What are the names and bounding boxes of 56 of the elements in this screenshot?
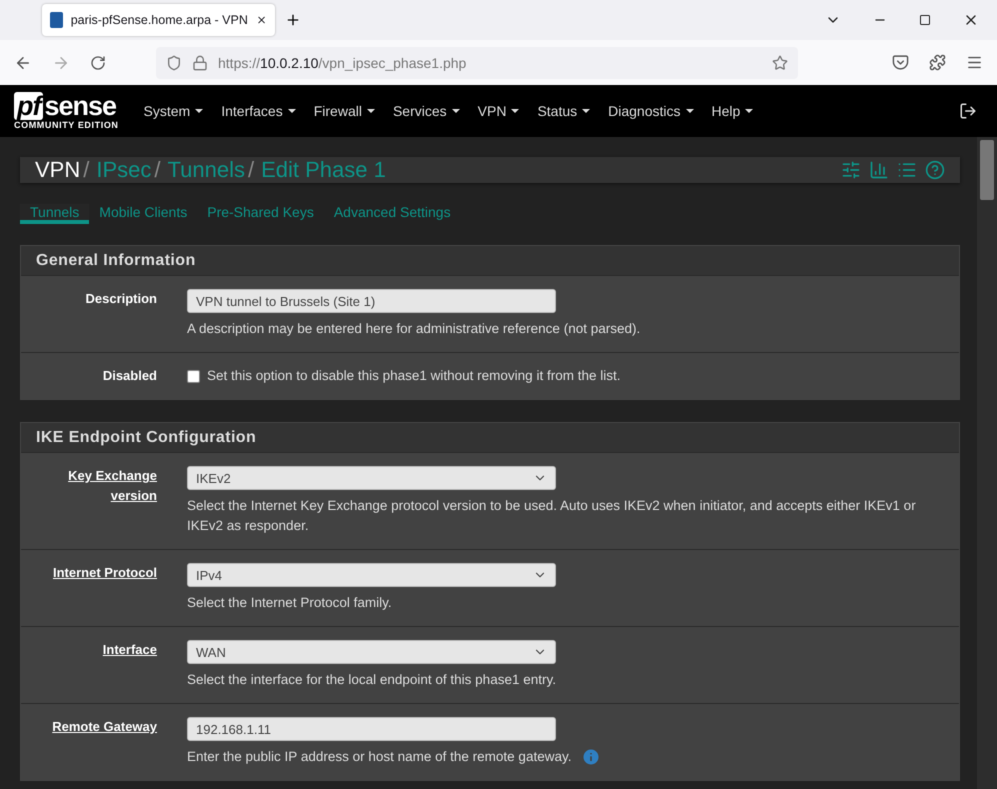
help-text: Enter the public IP address or host name of the remote gateway.	[187, 748, 572, 766]
breadcrumb-separator: /	[154, 157, 161, 183]
reload-icon[interactable]	[90, 54, 106, 70]
select-field[interactable]: IKEv2	[187, 466, 556, 490]
help-text: Select the Internet Key Exchange protocol version to be used. Auto uses IKEv2 when initiator, and accepts either IKEv1 or IKEv2 as responder.	[187, 497, 917, 535]
help-icon[interactable]	[925, 160, 945, 180]
pocket-icon[interactable]	[892, 54, 909, 71]
tab[interactable]: Pre-Shared Keys	[197, 204, 324, 224]
bookmark-star-icon[interactable]	[772, 54, 788, 70]
extensions-icon[interactable]	[929, 54, 946, 71]
nav-menu[interactable]: Help	[702, 103, 762, 119]
nav-menu[interactable]: VPN	[468, 103, 528, 119]
help-text: Select the interface for the local endpoint of this phase1 entry.	[187, 671, 556, 689]
nav-menu[interactable]: Diagnostics	[599, 103, 703, 119]
breadcrumb-item: VPN	[35, 157, 80, 183]
help-text: Select the Internet Protocol family.	[187, 594, 392, 612]
select-field[interactable]: WAN	[187, 640, 556, 664]
field-label[interactable]: Key Exchange version	[21, 466, 157, 536]
section-title: IKE Endpoint Configuration	[21, 423, 959, 452]
pfsense-logo[interactable]: pfsense COMMUNITY EDITION	[14, 92, 119, 130]
address-bar[interactable]: https://10.0.2.10/vpn_ipsec_phase1.php	[156, 46, 798, 78]
nav-menu[interactable]: Firewall	[304, 103, 384, 119]
logout-icon[interactable]	[959, 102, 977, 120]
nav-menu[interactable]: Interfaces	[212, 103, 305, 119]
maximize-icon[interactable]	[919, 14, 931, 26]
field-label[interactable]: Internet Protocol	[52, 563, 157, 613]
field-label: Description	[85, 290, 157, 308]
breadcrumb-separator: /	[248, 157, 254, 183]
scrollbar[interactable]	[977, 137, 997, 789]
tab[interactable]: Tunnels	[20, 204, 90, 224]
nav-menu[interactable]: System	[134, 103, 212, 119]
breadcrumb-separator: /	[83, 157, 90, 183]
section-title: General Information	[21, 246, 959, 275]
input-field[interactable]: 192.168.1.11	[187, 717, 556, 741]
tab[interactable]: Advanced Settings	[324, 204, 461, 224]
checkbox-label: Set this option to disable this phase1 without removing it from the list.	[207, 367, 620, 385]
menu-icon[interactable]	[966, 54, 983, 71]
nav-menu[interactable]: Services	[384, 103, 469, 119]
select-field[interactable]: IPv4	[187, 563, 556, 587]
field-label[interactable]: Remote Gateway	[52, 717, 157, 767]
new-tab-icon[interactable]	[285, 12, 301, 28]
site-favicon	[50, 12, 63, 28]
browser-tab[interactable]: paris-pfSense.home.arpa - VPN	[42, 4, 275, 36]
url-text: https://10.0.2.10/vpn_ipsec_phase1.php	[218, 54, 468, 70]
checkbox[interactable]	[187, 370, 200, 382]
lock-icon[interactable]	[192, 54, 208, 70]
tab-title: paris-pfSense.home.arpa - VPN	[70, 13, 248, 27]
sliders-icon[interactable]	[841, 160, 861, 180]
help-text: A description may be entered here for administrative reference (not parsed).	[187, 320, 640, 338]
field-label[interactable]: Interface	[102, 640, 157, 690]
tab[interactable]: Mobile Clients	[89, 204, 198, 224]
input-field[interactable]: VPN tunnel to Brussels (Site 1)	[187, 289, 556, 313]
shield-icon[interactable]	[166, 54, 182, 70]
nav-menu[interactable]: Status	[528, 103, 600, 119]
bar-chart-icon[interactable]	[869, 160, 889, 180]
field-label: Disabled	[102, 367, 157, 385]
